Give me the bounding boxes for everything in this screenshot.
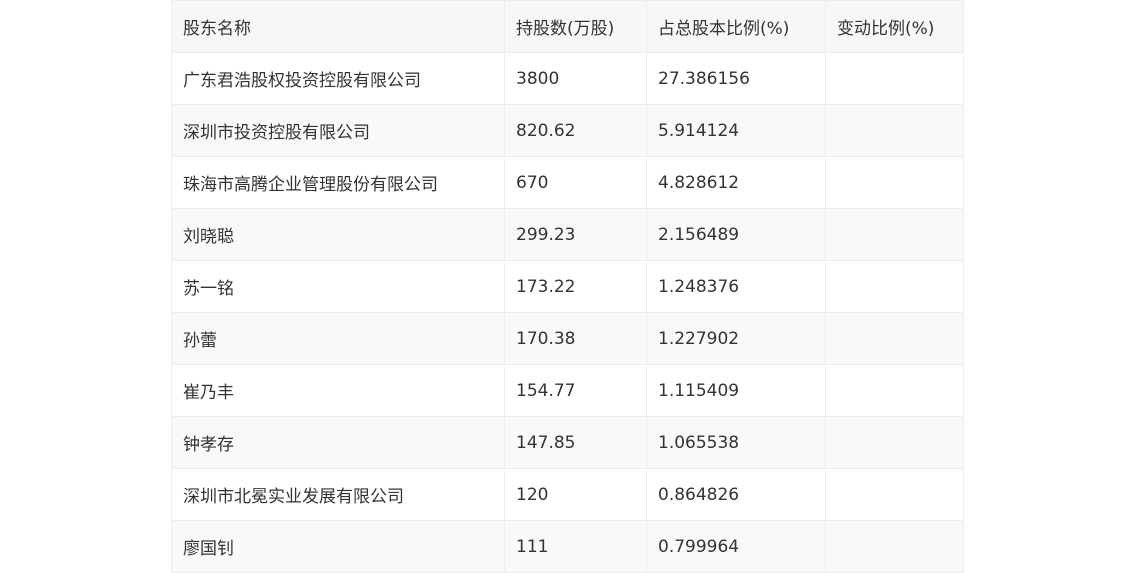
cell-shares-held: 820.62 [504,104,647,157]
cell-share-ratio: 0.864826 [646,468,826,521]
cell-shares-held: 299.23 [504,208,647,261]
cell-change-ratio [825,520,964,573]
table-row: 钟孝存 147.85 1.065538 [171,416,964,469]
cell-shareholder-name: 广东君浩股权投资控股有限公司 [171,52,505,105]
cell-shares-held: 3800 [504,52,647,105]
cell-shareholder-name: 孙蕾 [171,312,505,365]
table-row: 苏一铭 173.22 1.248376 [171,260,964,313]
cell-shareholder-name: 廖国钊 [171,520,505,573]
shareholder-table-container: 股东名称 持股数(万股) 占总股本比例(%) 变动比例(%) 广东君浩股权投资控… [171,0,964,573]
cell-shareholder-name: 刘晓聪 [171,208,505,261]
cell-shareholder-name: 苏一铭 [171,260,505,313]
cell-share-ratio: 2.156489 [646,208,826,261]
cell-change-ratio [825,104,964,157]
cell-shares-held: 120 [504,468,647,521]
header-change-ratio: 变动比例(%) [825,0,964,53]
cell-share-ratio: 1.248376 [646,260,826,313]
cell-shareholder-name: 珠海市高腾企业管理股份有限公司 [171,156,505,209]
table-row: 广东君浩股权投资控股有限公司 3800 27.386156 [171,52,964,105]
cell-share-ratio: 1.065538 [646,416,826,469]
cell-shareholder-name: 崔乃丰 [171,364,505,417]
cell-shares-held: 147.85 [504,416,647,469]
cell-change-ratio [825,156,964,209]
cell-change-ratio [825,364,964,417]
cell-shareholder-name: 钟孝存 [171,416,505,469]
header-shares-held: 持股数(万股) [504,0,647,53]
cell-change-ratio [825,208,964,261]
table-row: 深圳市投资控股有限公司 820.62 5.914124 [171,104,964,157]
table-row: 深圳市北冕实业发展有限公司 120 0.864826 [171,468,964,521]
cell-change-ratio [825,416,964,469]
cell-share-ratio: 5.914124 [646,104,826,157]
table-row: 孙蕾 170.38 1.227902 [171,312,964,365]
cell-shareholder-name: 深圳市北冕实业发展有限公司 [171,468,505,521]
shareholder-table: 股东名称 持股数(万股) 占总股本比例(%) 变动比例(%) 广东君浩股权投资控… [171,0,964,573]
cell-shares-held: 173.22 [504,260,647,313]
cell-shares-held: 170.38 [504,312,647,365]
table-row: 廖国钊 111 0.799964 [171,520,964,573]
cell-share-ratio: 1.115409 [646,364,826,417]
table-row: 刘晓聪 299.23 2.156489 [171,208,964,261]
cell-change-ratio [825,468,964,521]
cell-shares-held: 670 [504,156,647,209]
cell-change-ratio [825,52,964,105]
header-shareholder-name: 股东名称 [171,0,505,53]
cell-share-ratio: 0.799964 [646,520,826,573]
header-share-ratio: 占总股本比例(%) [646,0,826,53]
cell-change-ratio [825,260,964,313]
cell-share-ratio: 1.227902 [646,312,826,365]
cell-change-ratio [825,312,964,365]
cell-shares-held: 111 [504,520,647,573]
table-row: 崔乃丰 154.77 1.115409 [171,364,964,417]
table-header-row: 股东名称 持股数(万股) 占总股本比例(%) 变动比例(%) [171,0,964,53]
cell-share-ratio: 4.828612 [646,156,826,209]
cell-shares-held: 154.77 [504,364,647,417]
cell-share-ratio: 27.386156 [646,52,826,105]
cell-shareholder-name: 深圳市投资控股有限公司 [171,104,505,157]
table-row: 珠海市高腾企业管理股份有限公司 670 4.828612 [171,156,964,209]
